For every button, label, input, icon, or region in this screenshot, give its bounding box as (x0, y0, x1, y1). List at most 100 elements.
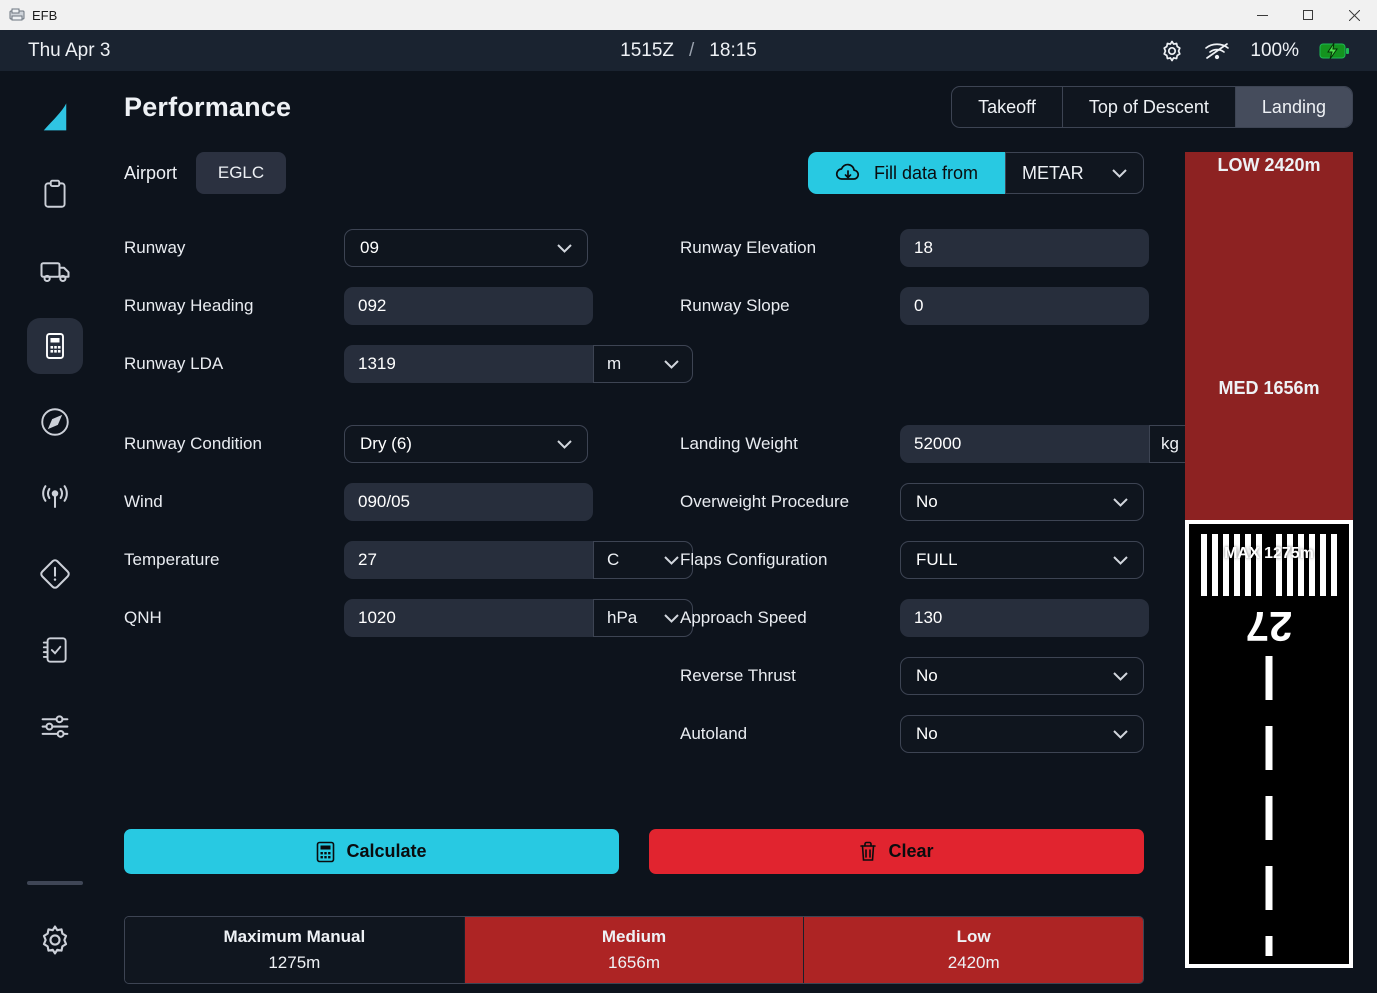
sidebar-divider (27, 881, 83, 885)
result-label: Low (957, 927, 991, 947)
reverse-thrust-select[interactable]: No (900, 657, 1144, 695)
chevron-down-icon (1113, 730, 1128, 739)
window-title: EFB (32, 8, 57, 23)
runway-label: Runway (124, 238, 344, 258)
runway-condition-label: Runway Condition (124, 434, 344, 454)
tab-top-of-descent[interactable]: Top of Descent (1062, 87, 1235, 127)
flaps-configuration-value: FULL (916, 550, 958, 570)
sidebar-item-navigation[interactable] (0, 384, 110, 460)
runway-heading-label: Runway Heading (124, 296, 344, 316)
low-distance-marker: LOW 2420m (1185, 152, 1353, 176)
flaps-configuration-label: Flaps Configuration (680, 550, 900, 570)
runway-select[interactable]: 09 (344, 229, 588, 267)
landing-weight-label: Landing Weight (680, 434, 900, 454)
runway-lda-input[interactable] (344, 345, 593, 383)
qnh-unit: hPa (607, 608, 637, 628)
qnh-unit-select[interactable]: hPa (593, 599, 693, 637)
threshold-stripes (1189, 534, 1349, 596)
cloud-download-icon (835, 163, 861, 183)
wind-label: Wind (124, 492, 344, 512)
result-low: Low 2420m (803, 917, 1143, 983)
runway-lda-label: Runway LDA (124, 354, 344, 374)
wifi-off-icon (1204, 40, 1230, 62)
runway-slope-label: Runway Slope (680, 296, 900, 316)
runway-elevation-input[interactable] (900, 229, 1149, 267)
chevron-down-icon (1112, 169, 1127, 178)
runway-condition-select[interactable]: Dry (6) (344, 425, 588, 463)
overweight-procedure-select[interactable]: No (900, 483, 1144, 521)
landing-weight-unit: kg (1161, 434, 1179, 454)
runway-lda-unit-select[interactable]: m (593, 345, 693, 383)
chevron-down-icon (664, 556, 679, 565)
overweight-procedure-label: Overweight Procedure (680, 492, 900, 512)
sidebar-item-flightplan[interactable] (0, 156, 110, 232)
braking-zone-graphic: LOW 2420m MED 1656m (1185, 152, 1353, 520)
approach-speed-input[interactable] (900, 599, 1149, 637)
gear-icon[interactable] (1160, 39, 1184, 63)
flaps-configuration-select[interactable]: FULL (900, 541, 1144, 579)
autoland-select[interactable]: No (900, 715, 1144, 753)
result-label: Medium (602, 927, 666, 947)
page-title: Performance (124, 92, 291, 123)
maximize-button[interactable] (1285, 0, 1331, 30)
runway-value: 09 (360, 238, 379, 258)
runway-elevation-label: Runway Elevation (680, 238, 900, 258)
sidebar-item-settings[interactable] (38, 909, 72, 971)
window-titlebar: EFB (0, 0, 1377, 30)
fill-source-select[interactable]: METAR (1005, 152, 1144, 194)
fill-source-value: METAR (1022, 163, 1084, 184)
chevron-down-icon (1113, 672, 1128, 681)
app-icon (9, 8, 25, 22)
sidebar-item-comms[interactable] (0, 460, 110, 536)
tab-landing[interactable]: Landing (1235, 87, 1352, 127)
battery-charging-icon (1319, 42, 1349, 60)
chevron-down-icon (1113, 556, 1128, 565)
qnh-label: QNH (124, 608, 344, 628)
runway-heading-input[interactable] (344, 287, 593, 325)
sidebar-item-performance[interactable] (0, 308, 110, 384)
airport-code-button[interactable]: EGLC (196, 152, 286, 194)
landing-weight-input[interactable] (900, 425, 1149, 463)
fill-data-button[interactable]: Fill data from (808, 152, 1005, 194)
runway-slope-input[interactable] (900, 287, 1149, 325)
fill-data-label: Fill data from (874, 163, 978, 184)
minimize-button[interactable] (1239, 0, 1285, 30)
sidebar-item-alerts[interactable] (0, 536, 110, 612)
runway-condition-value: Dry (6) (360, 434, 412, 454)
battery-percent: 100% (1250, 40, 1299, 62)
autoland-value: No (916, 724, 938, 744)
wind-input[interactable] (344, 483, 593, 521)
status-bar: Thu Apr 3 1515Z / 18:15 100% (0, 30, 1377, 71)
sidebar-item-ground-ops[interactable] (0, 232, 110, 308)
sidebar-item-config[interactable] (0, 688, 110, 764)
approach-speed-label: Approach Speed (680, 608, 900, 628)
qnh-input[interactable] (344, 599, 593, 637)
close-button[interactable] (1331, 0, 1377, 30)
result-maximum-manual: Maximum Manual 1275m (125, 917, 464, 983)
trash-icon (859, 841, 877, 862)
result-value: 1656m (608, 953, 660, 973)
calculate-label: Calculate (346, 841, 426, 862)
temperature-input[interactable] (344, 541, 593, 579)
reverse-thrust-label: Reverse Thrust (680, 666, 900, 686)
nav-sidebar (0, 71, 110, 993)
reverse-thrust-value: No (916, 666, 938, 686)
result-value: 1275m (268, 953, 320, 973)
sidebar-item-checklists[interactable] (0, 612, 110, 688)
temperature-unit: C (607, 550, 619, 570)
temperature-label: Temperature (124, 550, 344, 570)
tab-takeoff[interactable]: Takeoff (952, 87, 1062, 127)
clear-label: Clear (888, 841, 933, 862)
runway-graphic: MAX 1275m 27 (1185, 520, 1353, 968)
performance-form: Airport EGLC Fi (124, 152, 1162, 984)
status-clock: 1515Z / 18:15 (620, 40, 757, 62)
airport-label: Airport (124, 163, 177, 184)
clear-button[interactable]: Clear (649, 829, 1144, 874)
max-distance-marker: MAX 1275m (1189, 545, 1349, 563)
efb-app: EFB Thu Apr 3 1515Z / 18:15 (0, 0, 1377, 993)
med-distance-marker: MED 1656m (1185, 378, 1353, 399)
runway-centerline (1266, 656, 1273, 956)
runway-lda-unit: m (607, 354, 621, 374)
calculate-button[interactable]: Calculate (124, 829, 619, 874)
temperature-unit-select[interactable]: C (593, 541, 693, 579)
